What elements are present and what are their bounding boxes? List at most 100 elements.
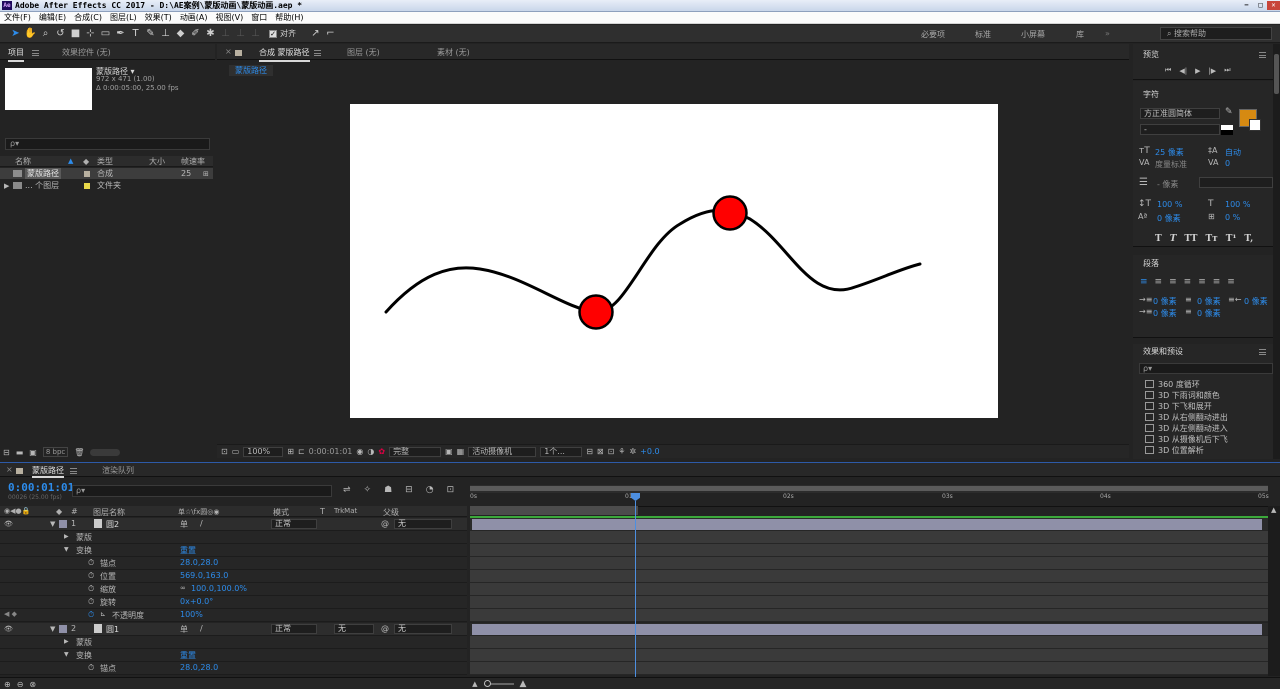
effect-preset-item[interactable]: 3D 位置解析 [1145, 445, 1204, 456]
stroke-style-dropdown[interactable] [1199, 177, 1273, 188]
play-icon[interactable]: ▶ [1195, 67, 1200, 75]
stopwatch-active-icon[interactable]: ⏱ [88, 610, 94, 620]
project-row-comp[interactable]: 蒙版路径 合成 25 ⊞ [0, 168, 213, 179]
baseline-shift-value[interactable]: 0 像素 [1157, 213, 1181, 224]
rotate-tool-icon[interactable]: ↺ [55, 28, 66, 40]
collapse-arrow-icon[interactable]: ▼ [64, 546, 69, 553]
stopwatch-icon[interactable]: ⏱ [88, 597, 94, 607]
hand-tool-icon[interactable]: ✋ [24, 28, 36, 40]
timeline-search-input[interactable]: ρ▾ [72, 485, 332, 497]
close-tab-icon[interactable]: × [225, 47, 232, 56]
scroll-thumb[interactable] [1274, 54, 1279, 94]
thumbnail-slider[interactable] [90, 448, 121, 456]
time-zoom-slider[interactable] [483, 680, 514, 687]
resolution-dropdown[interactable]: 完整 [389, 446, 442, 457]
bpc-button[interactable]: 8 bpc [42, 447, 69, 457]
scroll-up-icon[interactable]: ▲ [1271, 506, 1276, 514]
col-type[interactable]: 类型 [97, 156, 113, 167]
graph-icon[interactable]: ⊾ [100, 610, 106, 618]
space-after-value[interactable]: 0 像素 [1197, 308, 1221, 319]
timeline-scrollbar[interactable]: ▲ [1268, 506, 1280, 676]
layer-label-swatch[interactable] [59, 625, 67, 633]
menu-window[interactable]: 窗口 [247, 12, 271, 24]
property-value[interactable]: 100% [180, 610, 203, 619]
stopwatch-icon[interactable]: ⏱ [88, 663, 94, 673]
property-value[interactable]: 28.0,28.0 [180, 663, 218, 672]
menu-file[interactable]: 文件(F) [0, 12, 35, 24]
property-row-anchor[interactable]: ⏱ 锚点 28.0,28.0 [0, 557, 467, 570]
blend-mode-dropdown[interactable]: 正常 [271, 624, 317, 634]
stroke-color-swatch[interactable] [1249, 119, 1261, 131]
col-layer-name[interactable]: 图层名称 [93, 507, 125, 518]
composition-canvas[interactable] [350, 104, 998, 418]
camera-dropdown[interactable]: 活动摄像机 [468, 446, 537, 457]
justify-center-icon[interactable]: ≡ [1198, 277, 1206, 287]
menu-effect[interactable]: 效果(T) [141, 12, 176, 24]
project-search-input[interactable]: ρ▾ [5, 138, 210, 150]
layer-label-swatch[interactable] [59, 520, 67, 528]
new-folder-icon[interactable]: ▬ [16, 448, 24, 457]
space-before-value[interactable]: 0 像素 [1197, 296, 1221, 307]
toggle-duration-icon[interactable]: ⊗ [29, 680, 36, 689]
tab-effect-controls[interactable]: 效果控件 (无) [62, 47, 111, 58]
menu-layer[interactable]: 图层(L) [106, 12, 141, 24]
circle-layer-2[interactable] [712, 195, 748, 231]
transform-group-row[interactable]: ▼ 变换 重置 [0, 544, 467, 557]
menu-edit[interactable]: 编辑(E) [35, 12, 70, 24]
always-preview-icon[interactable]: ⊡ [221, 447, 228, 456]
work-area-bar[interactable] [470, 485, 1268, 493]
close-timeline-icon[interactable]: × [6, 465, 13, 474]
property-row-anchor[interactable]: ⏱ 锚点 28.0,28.0 [0, 662, 467, 675]
transparency-grid-icon[interactable]: ▦ [457, 447, 465, 456]
subscript-button[interactable]: T, [1244, 234, 1253, 244]
transform-reset-link[interactable]: 重置 [180, 650, 196, 661]
pickwhip-icon[interactable]: @ [381, 519, 389, 528]
menu-help[interactable]: 帮助(H) [271, 12, 307, 24]
tsume-value[interactable]: 0 % [1225, 213, 1240, 222]
tab-composition[interactable]: 合成 蒙版路径 [259, 47, 310, 62]
timeline-current-time[interactable]: 0:00:01:01 [8, 481, 74, 494]
playhead-line[interactable] [635, 501, 636, 677]
kerning-value[interactable]: 度量标准 [1155, 159, 1187, 170]
keyframe-nav-icon[interactable]: ◀ ◆ [4, 610, 17, 618]
flowchart-icon[interactable]: ⊞ [203, 170, 209, 178]
sort-asc-icon[interactable]: ▲ [68, 157, 73, 165]
faux-italic-button[interactable]: T [1170, 234, 1177, 244]
align-right-icon[interactable]: ≡ [1169, 277, 1177, 287]
next-frame-icon[interactable]: |▶ [1208, 67, 1216, 75]
help-search-input[interactable]: ⌕ 搜索帮助 [1160, 27, 1272, 40]
justify-all-icon[interactable]: ≡ [1227, 277, 1235, 287]
shy-layers-icon[interactable]: ☗ [384, 485, 392, 495]
shy-switch-icon[interactable]: 单 [180, 624, 188, 635]
effects-menu-icon[interactable] [1259, 349, 1266, 355]
camera-tool-icon[interactable]: ■ [70, 28, 81, 40]
align-center-icon[interactable]: ≡ [1155, 277, 1163, 287]
axis-world-icon[interactable]: ⊥ [235, 28, 246, 40]
effect-preset-item[interactable]: 3D 从右侧翻动进出 [1145, 412, 1228, 423]
axis-view-icon[interactable]: ⊥ [250, 28, 261, 40]
indent-right-value[interactable]: 0 像素 [1244, 296, 1268, 307]
effect-preset-item[interactable]: 360 度循环 [1145, 379, 1200, 390]
rectangle-tool-icon[interactable]: ▭ [100, 28, 111, 40]
work-area-range[interactable] [470, 486, 1268, 491]
superscript-button[interactable]: T¹ [1226, 234, 1237, 244]
type-tool-icon[interactable]: T [130, 28, 141, 40]
grid-icon[interactable]: ⊞ [287, 447, 294, 456]
layer-row-2[interactable]: 👁 ▼ 2 圆1 单 / 正常 无 @ 无 [0, 623, 467, 636]
effect-preset-item[interactable]: 3D 从左侧翻动进入 [1145, 423, 1228, 434]
preview-menu-icon[interactable] [1259, 52, 1266, 58]
mask-visibility-icon[interactable]: ⊏ [298, 447, 305, 456]
fast-preview-icon[interactable]: ⊠ [597, 447, 604, 456]
property-value[interactable]: 28.0,28.0 [180, 558, 218, 567]
tracking-value[interactable]: 0 [1225, 159, 1230, 168]
pickwhip-icon[interactable]: @ [381, 624, 389, 633]
expand-arrow-icon[interactable]: ▶ [4, 182, 9, 190]
justify-right-icon[interactable]: ≡ [1213, 277, 1221, 287]
trkmat-dropdown[interactable]: 无 [334, 624, 374, 634]
horizontal-scale-value[interactable]: 100 % [1225, 200, 1250, 209]
layer-row-1[interactable]: 👁 ▼ 1 圆2 单 / 正常 @ 无 [0, 518, 467, 531]
snap-edge-icon[interactable]: ⌐ [325, 28, 336, 40]
stopwatch-icon[interactable]: ⏱ [88, 558, 94, 568]
black-swatch[interactable] [1221, 130, 1233, 135]
flowchart-view-icon[interactable]: ⚘ [618, 447, 625, 456]
